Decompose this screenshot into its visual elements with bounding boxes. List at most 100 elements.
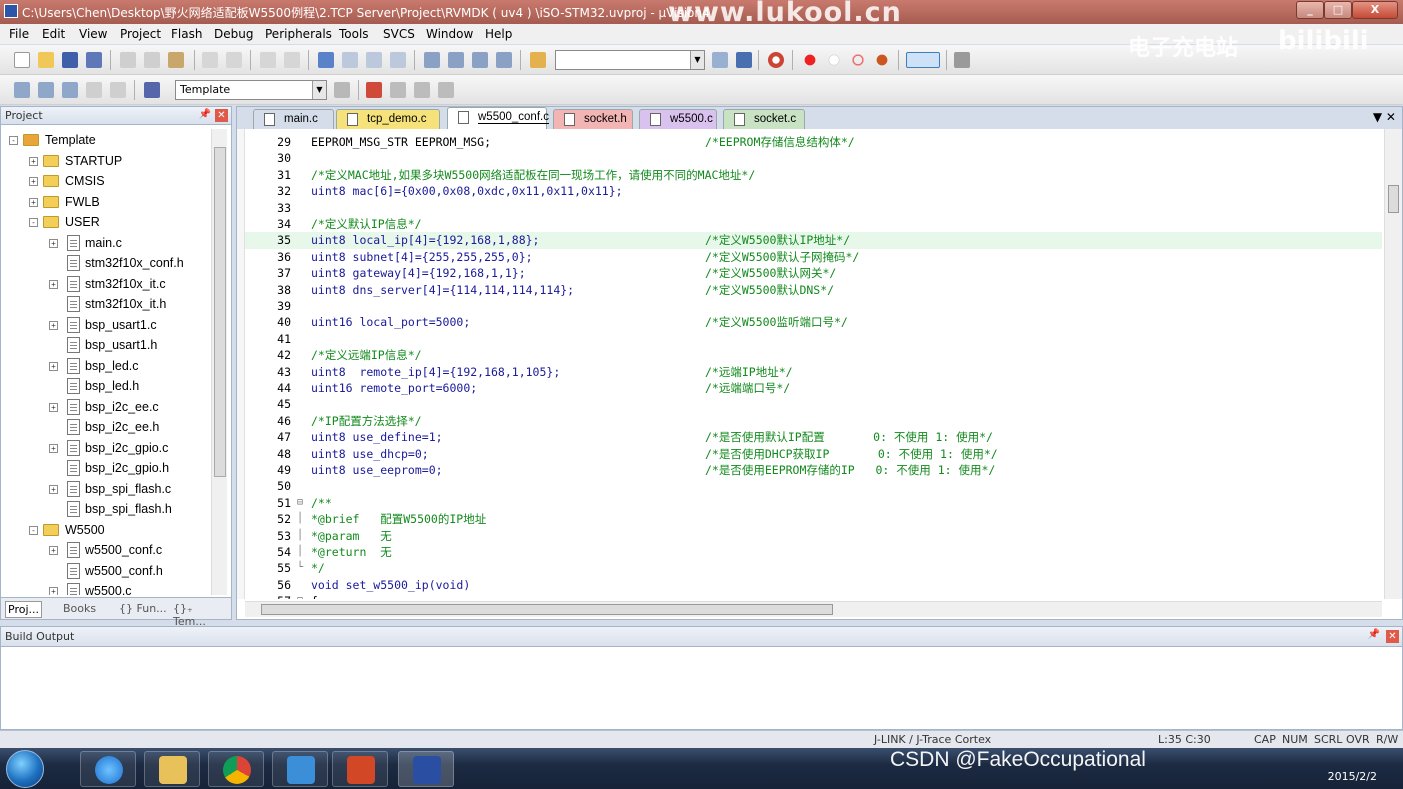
code-line[interactable]: 39	[245, 298, 1382, 314]
incremental-find-icon[interactable]	[736, 52, 752, 68]
code-line[interactable]: 37 uint8 gateway[4]={192,168,1,1}; /*定义W55…	[245, 265, 1382, 281]
comment-icon[interactable]	[472, 52, 488, 68]
unindent-icon[interactable]	[448, 52, 464, 68]
code-line[interactable]: 56 void set_w5500_ip(void)	[245, 577, 1382, 593]
tab-books[interactable]: Books	[61, 601, 98, 618]
pin-icon[interactable]: 📌	[199, 109, 211, 120]
code-line[interactable]: 57 ⊟ {	[245, 593, 1382, 599]
editor-tab[interactable]: tcp_demo.c	[336, 109, 440, 129]
expand-icon[interactable]: +	[49, 546, 58, 555]
close-panel-icon[interactable]: ✕	[1386, 630, 1399, 643]
maximize-button[interactable]: □	[1324, 1, 1352, 19]
collapse-icon[interactable]: -	[29, 525, 38, 535]
next-bookmark-icon[interactable]	[366, 52, 382, 68]
code-line[interactable]: 45	[245, 396, 1382, 412]
editor-tab[interactable]: main.c	[253, 109, 334, 129]
breakpoint-icon[interactable]	[802, 52, 818, 68]
menu-help[interactable]: Help	[485, 27, 512, 41]
editor-horizontal-scrollbar[interactable]	[245, 601, 1382, 617]
expand-icon[interactable]: +	[49, 587, 58, 595]
open-file-icon[interactable]	[38, 52, 54, 68]
editor-hscroll-thumb[interactable]	[261, 604, 833, 615]
download-icon[interactable]	[144, 82, 160, 98]
code-line[interactable]: 41	[245, 331, 1382, 347]
code-line[interactable]: 34 /*定义默认IP信息*/	[245, 216, 1382, 232]
code-line[interactable]: 29 EEPROM_MSG_STR EEPROM_MSG; /*EEPROM存储信息…	[245, 134, 1382, 150]
tree-scrollbar[interactable]	[211, 129, 227, 595]
code-line[interactable]: 50	[245, 478, 1382, 494]
expand-icon[interactable]: +	[49, 361, 58, 371]
menu-tools[interactable]: Tools	[339, 27, 369, 41]
menu-edit[interactable]: Edit	[42, 27, 65, 41]
code-line[interactable]: 36 uint8 subnet[4]={255,255,255,0}; /*定义W5…	[245, 249, 1382, 265]
tab-templates[interactable]: {}₊ Tem...	[171, 601, 231, 628]
code-line[interactable]: 55 └ */	[245, 560, 1382, 576]
code-line[interactable]: 31 /*定义MAC地址,如果多块W5500网络适配板在同一现场工作，请使用不同的…	[245, 167, 1382, 183]
menu-view[interactable]: View	[79, 27, 107, 41]
paste-icon[interactable]	[168, 52, 184, 68]
cut-icon[interactable]	[120, 52, 136, 68]
bookmark-icon[interactable]	[318, 52, 334, 68]
nav-back-icon[interactable]	[260, 52, 276, 68]
taskbar-uvision[interactable]	[398, 751, 454, 787]
minimize-button[interactable]: _	[1296, 1, 1324, 19]
disable-all-breakpoints-icon[interactable]	[850, 52, 866, 68]
code-line[interactable]: 35 uint8 local_ip[4]={192,168,1,88}; /*定义W…	[245, 232, 1382, 249]
expand-icon[interactable]: +	[49, 279, 58, 289]
tab-functions[interactable]: {} Fun...	[117, 601, 169, 618]
rebuild-icon[interactable]	[62, 82, 78, 98]
menu-flash[interactable]: Flash	[171, 27, 202, 41]
prev-bookmark-icon[interactable]	[342, 52, 358, 68]
manage-components-icon[interactable]	[366, 82, 382, 98]
find-icon[interactable]	[712, 52, 728, 68]
copy-icon[interactable]	[144, 52, 160, 68]
editor-tab[interactable]: w5500.c	[639, 109, 717, 129]
tab-controls[interactable]: ▼ ✕	[1373, 110, 1396, 124]
window-layout-icon[interactable]	[906, 52, 940, 68]
save-all-icon[interactable]	[86, 52, 102, 68]
collapse-icon[interactable]: -	[9, 136, 18, 145]
editor-tab[interactable]: socket.c	[723, 109, 805, 129]
code-line[interactable]: 48 uint8 use_dhcp=0; /*是否使用DHCP获取IP 0: 不使用…	[245, 446, 1382, 462]
nav-forward-icon[interactable]	[284, 52, 300, 68]
editor-vertical-scrollbar[interactable]	[1384, 129, 1402, 599]
select-packs-icon[interactable]	[414, 82, 430, 98]
clear-bookmarks-icon[interactable]	[390, 52, 406, 68]
chevron-down-icon[interactable]: ▼	[690, 51, 704, 69]
run-time-env-icon[interactable]	[438, 82, 454, 98]
indent-icon[interactable]	[424, 52, 440, 68]
disable-breakpoint-icon[interactable]	[826, 52, 842, 68]
new-file-icon[interactable]	[14, 52, 30, 68]
uncomment-icon[interactable]	[496, 52, 512, 68]
code-line[interactable]: 51 ⊟ /**	[245, 495, 1382, 511]
code-area[interactable]: 29 EEPROM_MSG_STR EEPROM_MSG; /*EEPROM存储信息…	[245, 129, 1382, 599]
taskbar-ie[interactable]	[80, 751, 136, 787]
code-line[interactable]: 54 │ *@return 无	[245, 544, 1382, 560]
editor-tab[interactable]: w5500_conf.c	[447, 107, 549, 129]
find-combo[interactable]: ▼	[555, 50, 705, 70]
taskbar-powerpoint[interactable]	[332, 751, 388, 787]
menu-file[interactable]: File	[9, 27, 29, 41]
file-extensions-icon[interactable]	[390, 82, 406, 98]
expand-icon[interactable]: +	[29, 156, 38, 166]
taskbar-explorer[interactable]	[144, 751, 200, 787]
expand-icon[interactable]: +	[29, 197, 38, 207]
target-combo[interactable]: Template ▼	[175, 80, 327, 100]
taskbar-app4[interactable]	[272, 751, 328, 787]
code-line[interactable]: 49 uint8 use_eeprom=0; /*是否使用EEPROM存储的IP 0…	[245, 462, 1382, 478]
code-line[interactable]: 53 │ *@param 无	[245, 528, 1382, 544]
code-line[interactable]: 30	[245, 150, 1382, 166]
collapse-icon[interactable]: -	[29, 218, 38, 227]
tab-project[interactable]: Proj...	[5, 601, 42, 618]
fold-marker-icon[interactable]: ⊟	[297, 593, 307, 599]
close-button[interactable]: X	[1352, 1, 1398, 19]
code-line[interactable]: 40 uint16 local_port=5000; /*定义W5500监听端口号*…	[245, 314, 1382, 330]
code-line[interactable]: 43 uint8 remote_ip[4]={192,168,1,105}; /*远…	[245, 364, 1382, 380]
debug-session-icon[interactable]	[768, 52, 784, 68]
find-in-files-icon[interactable]	[530, 52, 546, 68]
menu-peripherals[interactable]: Peripherals	[265, 27, 332, 41]
menu-project[interactable]: Project	[120, 27, 161, 41]
tree-scrollbar-thumb[interactable]	[214, 147, 226, 477]
menu-debug[interactable]: Debug	[214, 27, 253, 41]
expand-icon[interactable]: +	[49, 238, 58, 248]
